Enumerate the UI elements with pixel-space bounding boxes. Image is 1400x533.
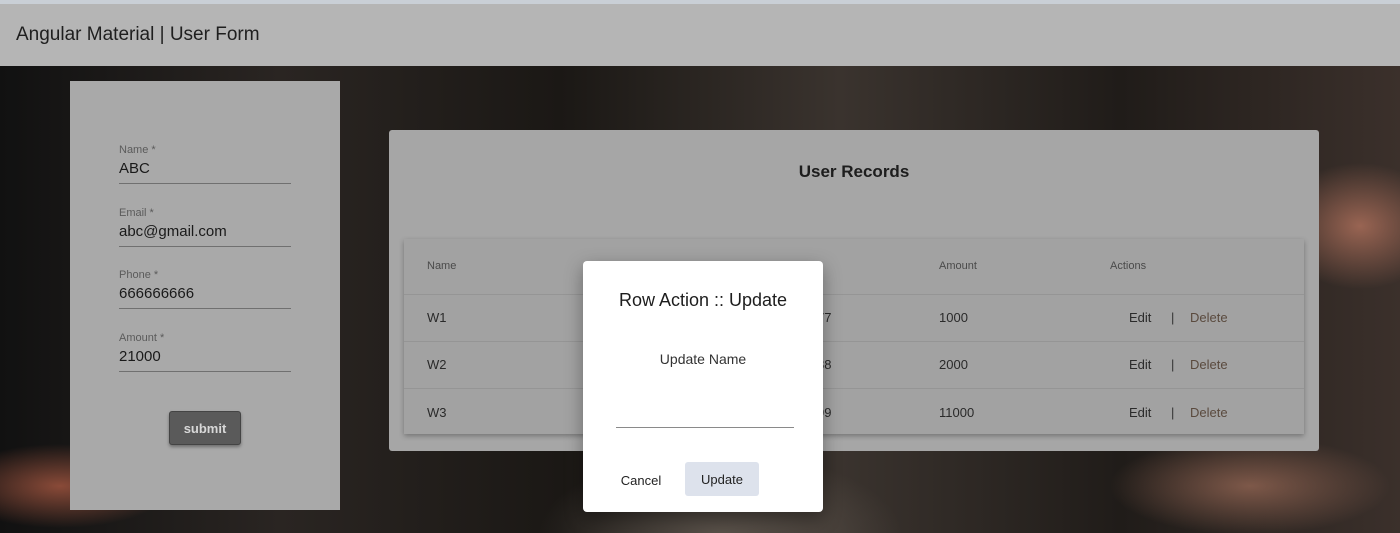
- update-name-input[interactable]: [616, 401, 794, 428]
- user-records-card: User Records Name Amount Actions W1 77 1…: [389, 130, 1319, 451]
- records-table: Name Amount Actions W1 77 1000 Edit | De…: [404, 239, 1304, 434]
- update-button[interactable]: Update: [685, 462, 759, 496]
- phone-input[interactable]: 666666666: [119, 285, 291, 309]
- edit-link[interactable]: Edit: [1129, 405, 1151, 420]
- update-name-label: Update Name: [659, 351, 747, 367]
- action-separator: |: [1171, 405, 1175, 420]
- column-header-amount[interactable]: Amount: [939, 260, 977, 272]
- row-amount: 11000: [939, 405, 975, 420]
- delete-link[interactable]: Delete: [1190, 310, 1228, 325]
- dialog-title: Row Action :: Update: [618, 290, 788, 310]
- app-toolbar: Angular Material | User Form: [0, 0, 1400, 66]
- table-row: W3 99 11000 Edit | Delete: [404, 388, 1304, 434]
- action-separator: |: [1171, 357, 1175, 372]
- submit-button[interactable]: submit: [169, 411, 241, 445]
- records-title: User Records: [798, 162, 910, 181]
- row-name: W1: [427, 310, 447, 325]
- cancel-button[interactable]: Cancel: [610, 463, 672, 497]
- email-label: Email *: [119, 207, 154, 219]
- row-amount: 1000: [939, 310, 968, 325]
- amount-label: Amount *: [119, 332, 165, 344]
- user-form-card: Name * ABC Email * abc@gmail.com Phone *…: [70, 81, 340, 510]
- row-amount: 2000: [939, 357, 968, 372]
- edit-link[interactable]: Edit: [1129, 357, 1151, 372]
- table-header-row: Name Amount Actions: [404, 239, 1304, 295]
- delete-link[interactable]: Delete: [1190, 357, 1228, 372]
- table-row: W1 77 1000 Edit | Delete: [404, 294, 1304, 342]
- app-title: Angular Material | User Form: [16, 24, 260, 45]
- email-field[interactable]: Email * abc@gmail.com: [119, 207, 291, 247]
- amount-field[interactable]: Amount * 21000: [119, 332, 291, 372]
- email-input[interactable]: abc@gmail.com: [119, 223, 291, 247]
- name-input[interactable]: ABC: [119, 160, 291, 184]
- action-separator: |: [1171, 310, 1175, 325]
- phone-field[interactable]: Phone * 666666666: [119, 269, 291, 309]
- row-action-dialog: Row Action :: Update Update Name Cancel …: [583, 261, 823, 512]
- amount-input[interactable]: 21000: [119, 348, 291, 372]
- name-field[interactable]: Name * ABC: [119, 144, 291, 184]
- row-name: W2: [427, 357, 447, 372]
- delete-link[interactable]: Delete: [1190, 405, 1228, 420]
- table-row: W2 88 2000 Edit | Delete: [404, 341, 1304, 389]
- row-name: W3: [427, 405, 447, 420]
- edit-link[interactable]: Edit: [1129, 310, 1151, 325]
- phone-label: Phone *: [119, 269, 159, 281]
- column-header-actions: Actions: [1110, 260, 1147, 272]
- name-label: Name *: [119, 144, 156, 156]
- column-header-name[interactable]: Name: [427, 260, 456, 272]
